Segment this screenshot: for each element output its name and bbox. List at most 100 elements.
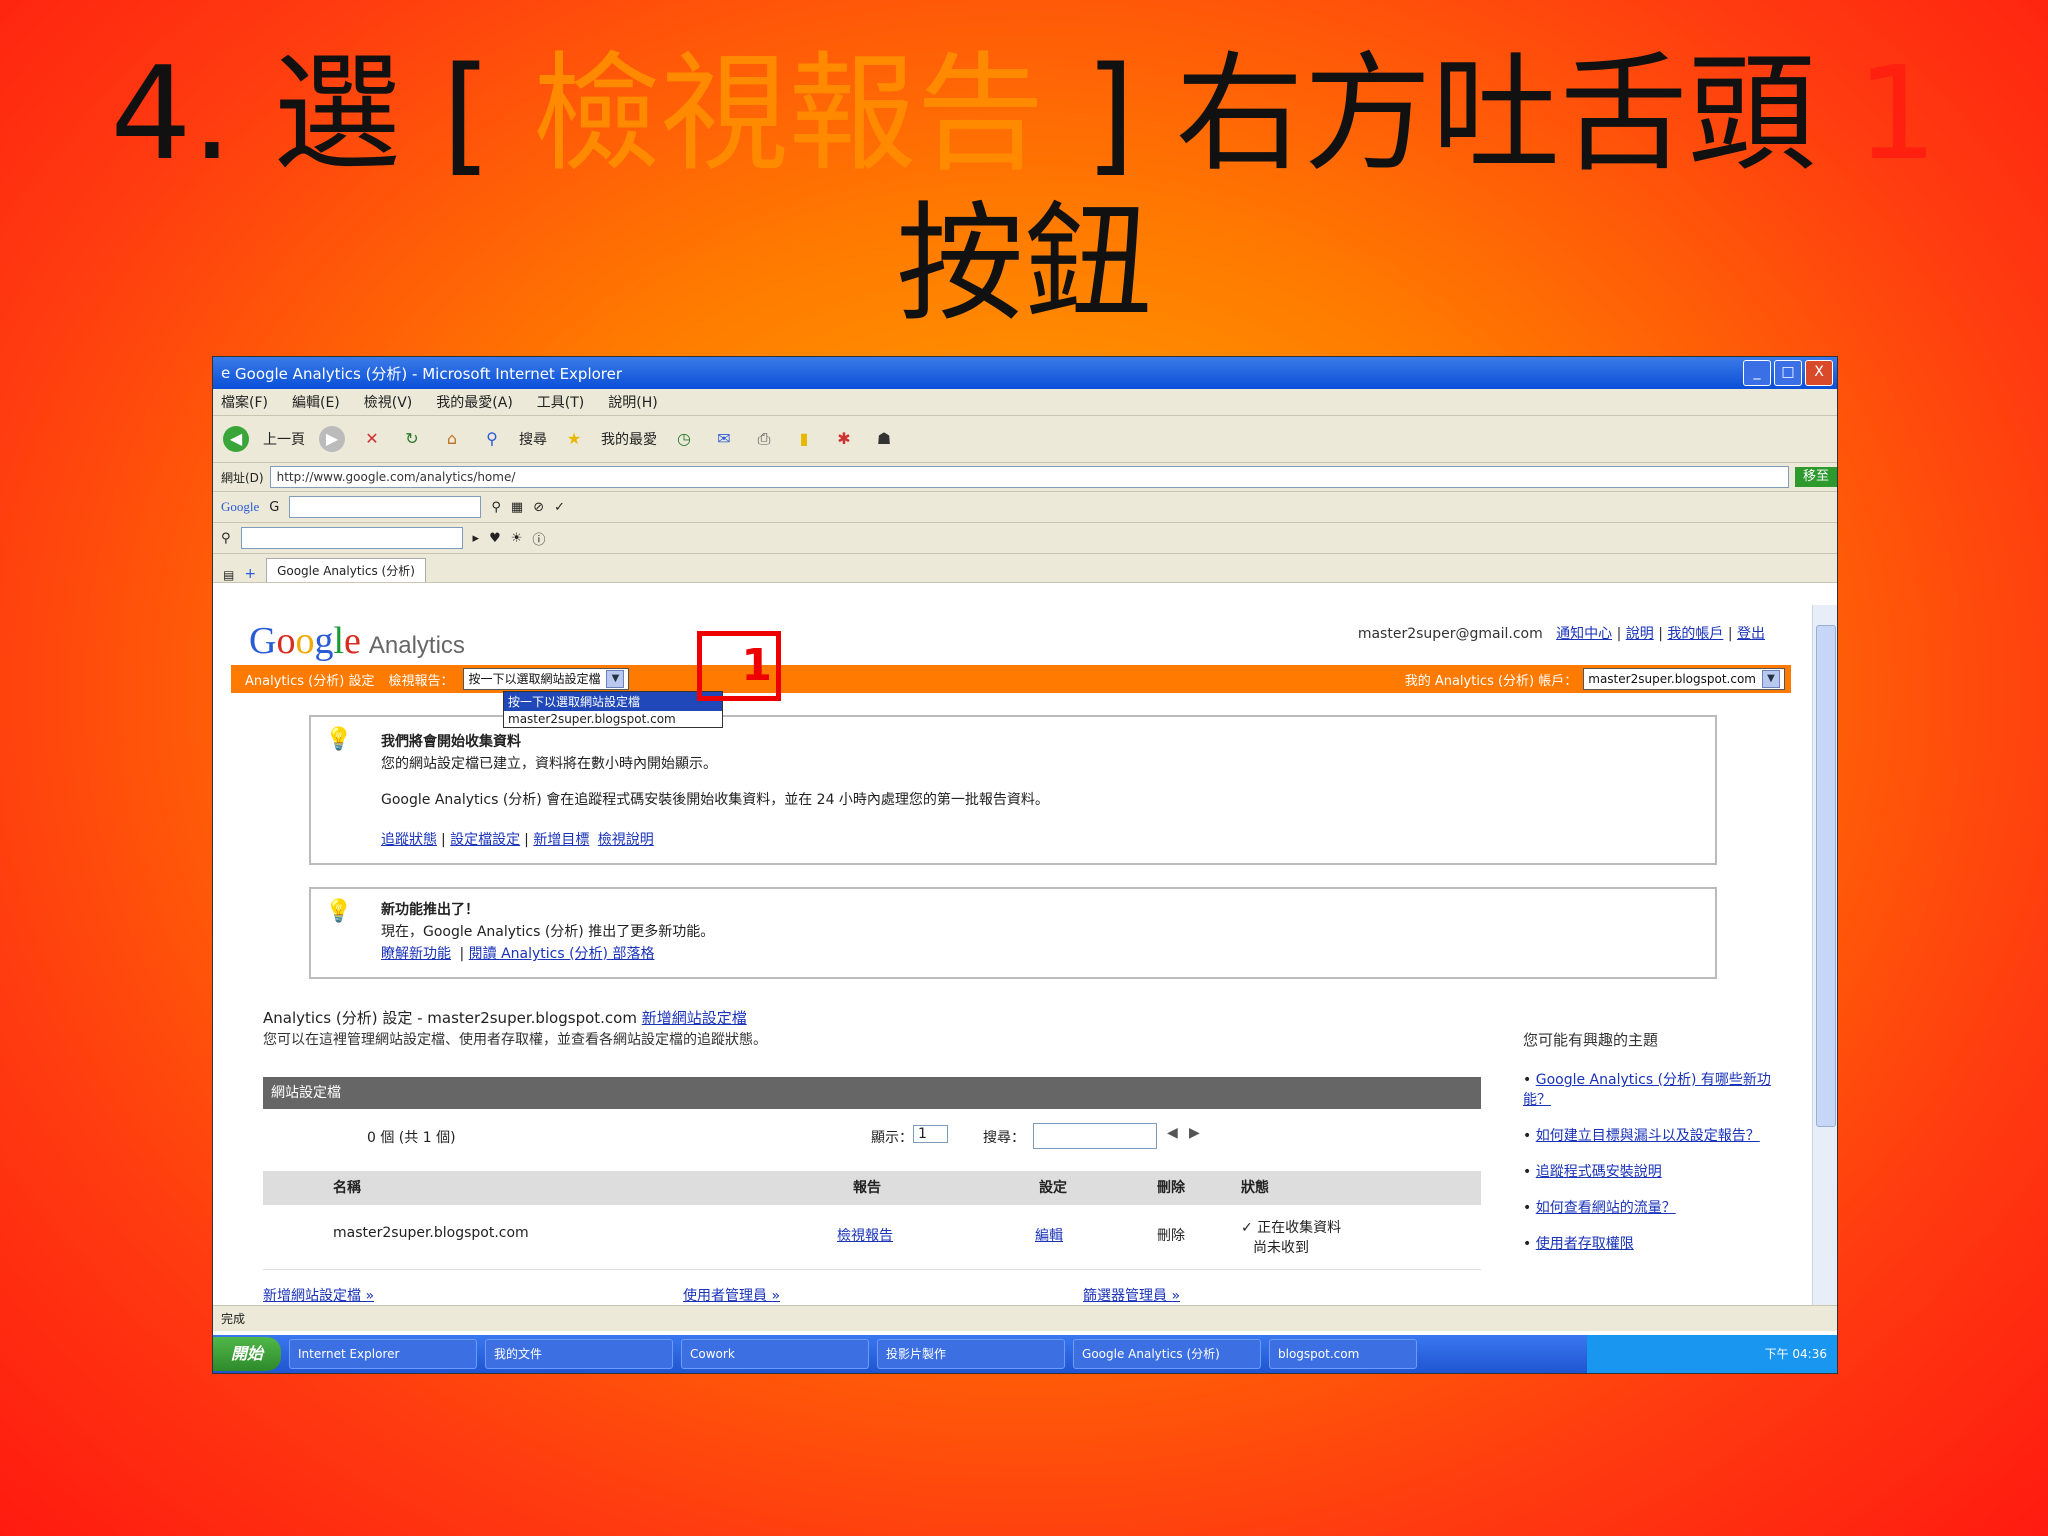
side-topic-link[interactable]: 使用者存取權限 [1536,1236,1634,1252]
google-g-button[interactable]: G [269,500,279,515]
refresh-icon[interactable]: ↻ [399,426,425,452]
msg1-line1: 您的網站設定檔已建立，資料將在數小時內開始顯示。 [381,756,717,772]
maximize-button[interactable]: □ [1774,360,1802,386]
dropdown-option[interactable]: master2super.blogspot.com [504,711,722,727]
pager-next-icon[interactable]: ▶ [1189,1125,1200,1141]
taskbar-item[interactable]: Cowork [681,1339,870,1369]
menu-favorites[interactable]: 我的最愛(A) [436,392,513,412]
messenger-icon[interactable]: ☗ [871,426,897,452]
mail-icon[interactable]: ✉ [711,426,737,452]
back-label[interactable]: 上一頁 [263,429,305,449]
tab-list-icon[interactable]: ▤ [223,568,234,582]
col-status: 狀態 [1241,1180,1269,1196]
pagerank-icon[interactable]: ▦ [511,500,523,515]
window-titlebar: e Google Analytics (分析) - Microsoft Inte… [213,357,1837,389]
google-search-input[interactable] [289,496,482,518]
link-my-account[interactable]: 我的帳戶 [1667,626,1723,642]
favorites-star-icon[interactable]: ★ [561,426,587,452]
side-topic-link[interactable]: 如何建立目標與漏斗以及設定報告？ [1536,1128,1760,1144]
message-box-new-features: 💡 新功能推出了！ 現在，Google Analytics (分析) 推出了更多… [309,887,1717,979]
status-text: 完成 [221,1312,246,1326]
add-profile-bottom-link[interactable]: 新增網站設定檔 » [263,1285,374,1305]
taskbar-item[interactable]: Internet Explorer [289,1339,478,1369]
filter-manager-link[interactable]: 篩選器管理員 » [1083,1285,1180,1305]
dropdown-option[interactable]: 按一下以選取網站設定檔 [504,692,722,711]
pager-search-input[interactable] [1033,1123,1157,1149]
taskbar-item[interactable]: blogspot.com [1269,1339,1418,1369]
pager-prev-icon[interactable]: ◀ [1167,1125,1178,1141]
user-manager-link[interactable]: 使用者管理員 » [683,1285,780,1305]
tab-google-analytics[interactable]: Google Analytics (分析) [266,558,426,582]
links-weather-icon[interactable]: ☀ [511,531,523,546]
taskbar-item[interactable]: Google Analytics (分析) [1073,1339,1262,1369]
row-view-report-link[interactable]: 檢視報告 [837,1225,893,1245]
home-icon[interactable]: ⌂ [439,426,465,452]
folder-icon[interactable]: ▮ [791,426,817,452]
side-topics-title: 您可能有興趣的主題 [1523,1031,1659,1049]
vertical-scrollbar[interactable] [1812,605,1837,1305]
msg2-link[interactable]: 閱讀 Analytics (分析) 部落格 [469,946,655,962]
pager-show-select[interactable]: 1 [913,1125,948,1143]
msg2-link[interactable]: 瞭解新功能 [381,946,451,962]
account-dropdown-arrow-icon[interactable]: ▼ [1762,670,1780,688]
print-icon[interactable]: ⎙ [751,426,777,452]
close-button[interactable]: X [1805,360,1833,386]
msg1-link[interactable]: 新增目標 [533,832,589,848]
link-help[interactable]: 說明 [1626,626,1654,642]
menu-view[interactable]: 檢視(V) [364,392,413,412]
msg1-line2: Google Analytics (分析) 會在追蹤程式碼安裝後開始收集資料，並… [381,792,1049,808]
search-icon[interactable]: ⚲ [479,426,505,452]
menu-help[interactable]: 說明(H) [608,392,657,412]
address-input[interactable]: http://www.google.com/analytics/home/ [269,466,1789,488]
col-reports: 報告 [853,1180,881,1196]
history-icon[interactable]: ◷ [671,426,697,452]
forward-arrow-icon[interactable]: ▶ [319,426,345,452]
add-profile-link[interactable]: 新增網站設定檔 [642,1009,747,1027]
go-button[interactable]: 移至 [1794,467,1837,487]
popup-blocker-icon[interactable]: ⊘ [533,500,544,515]
menu-file[interactable]: 檔案(F) [221,392,268,412]
row-delete[interactable]: 刪除 [1157,1225,1185,1245]
search-label[interactable]: 搜尋 [519,429,547,449]
status-bar: 完成 [213,1305,1837,1331]
spellcheck-icon[interactable]: ✓ [554,500,565,515]
google-toolbar-logo: Google [221,499,260,514]
google-search-icon[interactable]: ⚲ [491,500,501,515]
nav-analytics-settings[interactable]: Analytics (分析) 設定 [245,670,374,689]
user-email: master2super@gmail.com [1357,626,1543,642]
start-button[interactable]: 開始 [213,1337,282,1371]
minimize-button[interactable]: _ [1743,360,1771,386]
taskbar-item[interactable]: 我的文件 [485,1339,674,1369]
account-dropdown-value: master2super.blogspot.com [1588,672,1756,686]
links-search-icon[interactable]: ⚲ [221,531,231,546]
side-topics-list: • Google Analytics (分析) 有哪些新功能？ • 如何建立目標… [1523,1072,1771,1252]
research-icon[interactable]: ✱ [831,426,857,452]
account-section-title: Analytics (分析) 設定 - master2super.blogspo… [263,1007,747,1028]
msg1-link[interactable]: 檢視說明 [598,832,654,848]
new-tab-icon[interactable]: + [244,566,256,582]
account-dropdown[interactable]: master2super.blogspot.com ▼ [1583,668,1785,690]
address-label: 網址(D) [221,470,264,485]
links-go-icon[interactable]: ▸ [473,531,480,546]
menu-edit[interactable]: 編輯(E) [292,392,340,412]
msg1-link[interactable]: 追蹤狀態 [381,832,437,848]
favorites-label[interactable]: 我的最愛 [601,429,657,449]
row-edit-link[interactable]: 編輯 [1035,1225,1063,1245]
links-search-input[interactable] [240,527,463,549]
link-notifications[interactable]: 通知中心 [1556,626,1612,642]
links-heart-icon[interactable]: ♥ [489,531,501,546]
scrollbar-thumb[interactable] [1816,625,1836,1127]
stop-icon[interactable]: ✕ [359,426,385,452]
side-topic-link[interactable]: 如何查看網站的流量？ [1536,1200,1676,1216]
msg1-link[interactable]: 設定檔設定 [450,832,520,848]
dropdown-arrow-icon[interactable]: ▼ [606,670,625,688]
back-arrow-icon[interactable]: ◀ [223,426,249,452]
view-reports-dropdown[interactable]: 按一下以選取網站設定檔 ▼ [463,668,630,690]
menu-tools[interactable]: 工具(T) [537,392,584,412]
taskbar-item[interactable]: 投影片製作 [877,1339,1066,1369]
side-topic-link[interactable]: 追蹤程式碼安裝說明 [1536,1164,1662,1180]
side-topic-link[interactable]: Google Analytics (分析) 有哪些新功能？ [1523,1072,1771,1108]
link-sign-out[interactable]: 登出 [1737,626,1765,642]
account-title-text: Analytics (分析) 設定 - master2super.blogspo… [263,1009,637,1027]
links-info-icon[interactable]: ⓘ [532,529,545,548]
